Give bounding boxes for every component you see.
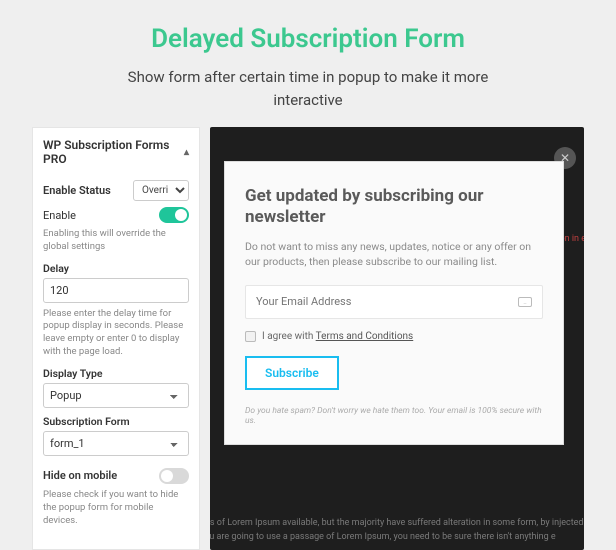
popup-preview: or po on in e ges of Lorem Ipsum availab… <box>210 127 584 550</box>
settings-panel: WP Subscription Forms PRO ▴ Enable Statu… <box>32 127 200 550</box>
subscribe-button[interactable]: Subscribe <box>245 356 339 390</box>
toggle-knob <box>161 470 173 482</box>
email-input[interactable] <box>256 295 518 308</box>
delay-input[interactable] <box>43 278 189 303</box>
enable-status-label: Enable Status <box>43 184 111 197</box>
panel-header[interactable]: WP Subscription Forms PRO ▴ <box>43 138 189 174</box>
panel-title: WP Subscription Forms PRO <box>43 138 184 166</box>
spam-note: Do you hate spam? Don't worry we hate th… <box>245 406 543 426</box>
delay-hint: Please enter the delay time for popup di… <box>43 308 189 359</box>
agree-checkbox[interactable] <box>245 331 256 342</box>
email-field-wrapper <box>245 285 543 319</box>
display-type-label: Display Type <box>43 367 189 380</box>
page-subtitle: Show form after certain time in popup to… <box>98 66 518 111</box>
chevron-up-icon: ▴ <box>184 147 189 158</box>
modal-description: Do not want to miss any news, updates, n… <box>245 239 543 269</box>
hide-mobile-toggle[interactable] <box>159 468 189 484</box>
toggle-knob <box>175 209 187 221</box>
modal-title: Get updated by subscribing our newslette… <box>245 186 543 229</box>
subscription-form-label: Subscription Form <box>43 415 189 428</box>
page-title: Delayed Subscription Form <box>20 24 596 54</box>
display-type-select[interactable]: Popup <box>43 383 189 408</box>
enable-label: Enable <box>43 209 76 222</box>
enable-status-select[interactable]: Override <box>133 180 189 201</box>
main-content: WP Subscription Forms PRO ▴ Enable Statu… <box>20 127 596 550</box>
bg-text: ges of Lorem Ipsum available, but the ma… <box>210 516 584 545</box>
hide-mobile-label: Hide on mobile <box>43 469 117 482</box>
delay-label: Delay <box>43 262 189 275</box>
subscription-form-select[interactable]: form_1 <box>43 431 189 456</box>
subscribe-modal: Get updated by subscribing our newslette… <box>224 161 564 445</box>
terms-link[interactable]: Terms and Conditions <box>316 331 414 342</box>
agree-row: I agree with Terms and Conditions <box>245 331 543 342</box>
enable-hint: Enabling this will override the global s… <box>43 228 189 254</box>
enable-toggle[interactable] <box>159 207 189 223</box>
mail-icon <box>518 297 532 307</box>
agree-text: I agree with Terms and Conditions <box>262 331 413 342</box>
hide-mobile-hint: Please check if you want to hide the pop… <box>43 489 189 527</box>
